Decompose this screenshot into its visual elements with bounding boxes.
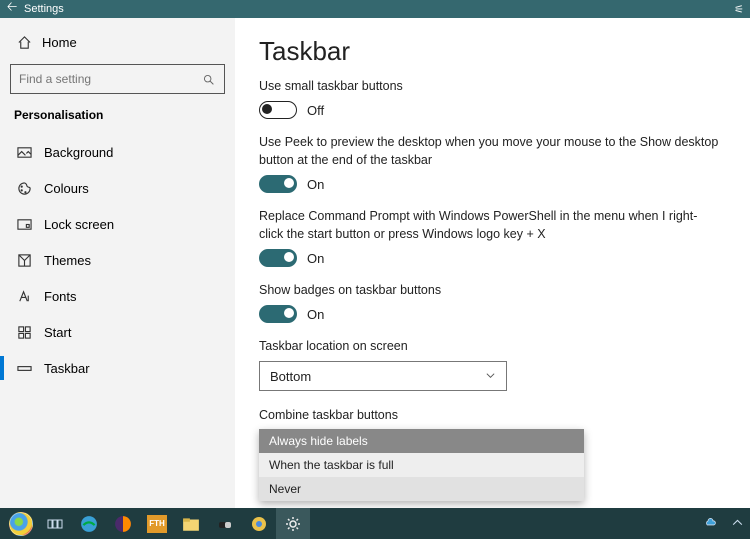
small-buttons-state: Off <box>307 103 324 118</box>
category-heading: Personalisation <box>8 108 227 134</box>
combine-option[interactable]: Always hide labels <box>259 429 584 453</box>
title-bar: 🡠 Settings ⚟ <box>0 0 750 18</box>
task-app-fth[interactable]: FTH <box>140 508 174 539</box>
peek-toggle[interactable] <box>259 175 297 193</box>
location-dropdown[interactable]: Bottom <box>259 361 507 391</box>
picture-icon <box>16 144 32 160</box>
page-title: Taskbar <box>259 36 720 67</box>
combine-option[interactable]: When the taskbar is full <box>259 453 584 477</box>
task-app-settings[interactable] <box>276 508 310 539</box>
palette-icon <box>16 180 32 196</box>
sidebar-item-colours[interactable]: Colours <box>8 170 227 206</box>
sidebar-item-label: Start <box>44 325 71 340</box>
task-app-eraser[interactable] <box>208 508 242 539</box>
start-button[interactable] <box>4 508 38 539</box>
location-value: Bottom <box>270 369 311 384</box>
home-label: Home <box>42 35 77 50</box>
task-app-chrome[interactable] <box>242 508 276 539</box>
sidebar-item-lockscreen[interactable]: Lock screen <box>8 206 227 242</box>
sidebar-item-label: Lock screen <box>44 217 114 232</box>
small-buttons-label: Use small taskbar buttons <box>259 79 403 93</box>
combine-label: Combine taskbar buttons <box>259 407 599 423</box>
sidebar: Home Personalisation Background Colours … <box>0 18 235 508</box>
badges-toggle[interactable] <box>259 305 297 323</box>
fth-icon: FTH <box>147 515 167 533</box>
location-label: Taskbar location on screen <box>259 339 408 353</box>
fonts-icon <box>16 288 32 304</box>
content-pane: Taskbar Use small taskbar buttons Off Us… <box>235 18 750 508</box>
sidebar-item-taskbar[interactable]: Taskbar <box>8 350 227 386</box>
search-icon <box>200 71 216 87</box>
sidebar-item-label: Taskbar <box>44 361 90 376</box>
window-controls-icon[interactable]: ⚟ <box>734 3 744 16</box>
sidebar-item-label: Fonts <box>44 289 77 304</box>
sidebar-item-background[interactable]: Background <box>8 134 227 170</box>
peek-state: On <box>307 177 324 192</box>
sidebar-item-themes[interactable]: Themes <box>8 242 227 278</box>
task-app-edge[interactable] <box>72 508 106 539</box>
search-input[interactable] <box>19 72 200 86</box>
back-icon[interactable]: 🡠 <box>0 0 24 20</box>
chevron-down-icon <box>485 369 496 384</box>
home-button[interactable]: Home <box>8 28 227 56</box>
task-app-explorer[interactable] <box>174 508 208 539</box>
combine-option[interactable]: Never <box>259 477 584 501</box>
powershell-label: Replace Command Prompt with Windows Powe… <box>259 209 697 241</box>
badges-label: Show badges on taskbar buttons <box>259 283 441 297</box>
peek-label: Use Peek to preview the desktop when you… <box>259 135 718 167</box>
powershell-toggle[interactable] <box>259 249 297 267</box>
start-orb-icon <box>9 512 33 536</box>
system-tray[interactable] <box>704 516 744 532</box>
tray-chevron-up-icon[interactable] <box>731 516 744 532</box>
sidebar-item-label: Background <box>44 145 113 160</box>
app-title: Settings <box>24 3 64 15</box>
os-taskbar: FTH <box>0 508 750 539</box>
onedrive-icon[interactable] <box>704 516 717 532</box>
themes-icon <box>16 252 32 268</box>
lockscreen-icon <box>16 216 32 232</box>
badges-state: On <box>307 307 324 322</box>
powershell-state: On <box>307 251 324 266</box>
combine-dropdown-open[interactable]: Always hide labels When the taskbar is f… <box>259 429 584 501</box>
sidebar-item-fonts[interactable]: Fonts <box>8 278 227 314</box>
start-grid-icon <box>16 324 32 340</box>
small-buttons-toggle[interactable] <box>259 101 297 119</box>
taskbar-icon <box>16 360 32 376</box>
sidebar-item-label: Colours <box>44 181 89 196</box>
task-app-firefox[interactable] <box>106 508 140 539</box>
sidebar-item-start[interactable]: Start <box>8 314 227 350</box>
sidebar-item-label: Themes <box>44 253 91 268</box>
search-box[interactable] <box>10 64 225 94</box>
taskview-button[interactable] <box>38 508 72 539</box>
home-icon <box>16 34 32 50</box>
